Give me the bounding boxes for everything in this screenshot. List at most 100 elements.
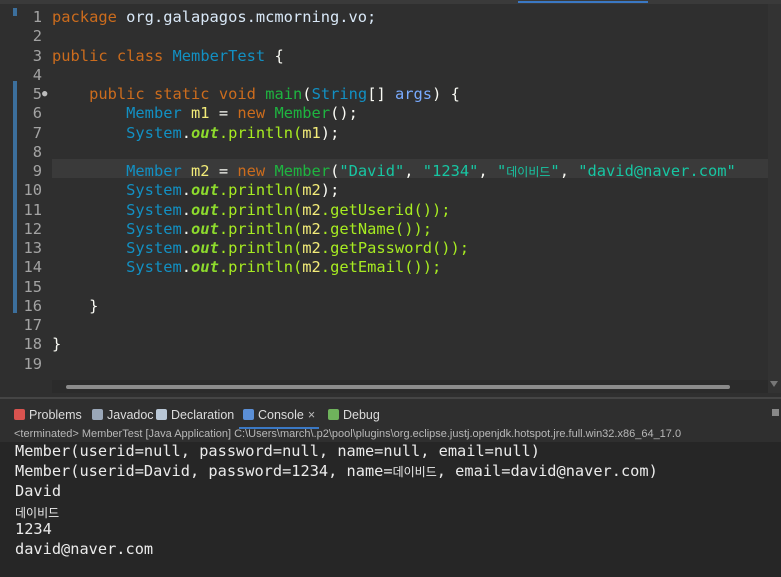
console-status: <terminated> MemberTest [Java Applicatio… (0, 427, 781, 442)
views-tab-bar: Problems Javadoc Declaration Console × Debug (0, 402, 781, 429)
vertical-scrollbar[interactable] (768, 4, 781, 393)
code-text: Member m1 = new Member(); (52, 104, 358, 123)
code-token: 데이비드 (506, 165, 551, 179)
horizontal-scrollbar[interactable] (52, 380, 768, 393)
code-token: ); (320, 123, 340, 142)
code-line[interactable]: 12 System.out.println(m2.getName()); (0, 220, 768, 239)
console-text: Member(userid=null, password=null, name=… (15, 442, 540, 460)
code-text: public class MemberTest { (52, 47, 284, 66)
scroll-down-arrow-icon[interactable] (770, 381, 778, 387)
code-line[interactable]: 1 package org.galapagos.mcmorning.vo; (0, 8, 768, 27)
code-token: [] (367, 85, 395, 103)
code-line[interactable]: 19 (0, 355, 768, 374)
minimize-icon[interactable] (772, 409, 779, 416)
code-token: . (181, 239, 192, 257)
console-output[interactable]: Member(userid=null, password=null, name=… (0, 442, 781, 577)
console-text: 1234 (15, 520, 52, 538)
code-text: System.out.println(m1); (52, 124, 339, 143)
tab-console[interactable]: Console × (238, 407, 320, 429)
code-line[interactable]: 11 System.out.println(m2.getUserid()); (0, 201, 768, 220)
panel-divider[interactable] (0, 397, 781, 399)
code-line[interactable]: 9 Member m2 = new Member("David", "1234"… (0, 162, 768, 181)
console-icon (243, 409, 254, 420)
declaration-icon (156, 409, 167, 420)
code-line[interactable]: 15 (0, 278, 768, 297)
tab-javadoc[interactable]: Javadoc (92, 407, 154, 423)
code-token: m2 (302, 200, 321, 219)
code-token: String (311, 85, 368, 103)
code-token: ( (330, 162, 340, 180)
code-line[interactable]: 17 (0, 316, 768, 335)
code-line[interactable]: 8 (0, 143, 768, 162)
code-line[interactable]: 10 System.out.println(m2); (0, 181, 768, 200)
tab-declaration[interactable]: Declaration (156, 407, 234, 423)
code-line[interactable]: 7 System.out.println(m1); (0, 124, 768, 143)
code-token: "David" (339, 162, 405, 180)
code-line[interactable]: 16 } (0, 297, 768, 316)
console-line: David (15, 482, 61, 500)
code-line[interactable]: 5 ● public static void main(String[] args… (0, 85, 768, 104)
line-number: 12 (23, 219, 42, 238)
code-token: . (181, 258, 192, 277)
console-text: David (15, 482, 62, 500)
console-text: 데이비드 (392, 465, 437, 479)
tab-debug[interactable]: Debug (328, 407, 380, 423)
code-token: package (52, 8, 117, 26)
code-token: m2 (302, 258, 321, 277)
tab-label: Problems (29, 408, 82, 422)
line-number: 19 (23, 354, 42, 373)
code-token: } (52, 335, 62, 354)
tab-problems[interactable]: Problems (14, 407, 82, 423)
code-token: .println( (218, 258, 303, 277)
problems-icon (14, 409, 25, 420)
code-token: "1234" (422, 162, 479, 180)
code-token: void (218, 85, 256, 103)
code-token: public (52, 46, 108, 65)
active-tab-indicator (518, 1, 648, 3)
code-token: org.galapagos.mcmorning.vo; (116, 8, 377, 26)
code-line[interactable]: 3 public class MemberTest { (0, 47, 768, 66)
code-line[interactable]: 4 (0, 66, 768, 85)
code-text: } (52, 335, 61, 354)
code-token: args (395, 85, 433, 103)
code-lines[interactable]: 1 package org.galapagos.mcmorning.vo; 2 3 pu… (0, 8, 768, 374)
line-number: 11 (23, 200, 42, 219)
code-token: ); (320, 181, 340, 200)
line-number: 16 (23, 296, 42, 315)
code-text: Member m2 = new Member("David", "1234", … (52, 162, 736, 182)
code-token: out (191, 123, 219, 142)
code-text: public static void main(String[] args) { (52, 85, 460, 104)
code-line[interactable]: 2 (0, 27, 768, 46)
code-line[interactable]: 6 Member m1 = new Member(); (0, 104, 768, 123)
code-token: . (181, 200, 192, 219)
code-token: "david@naver.com" (578, 162, 736, 180)
code-token: } (52, 296, 99, 315)
console-status-text: <terminated> MemberTest [Java Applicatio… (14, 428, 682, 440)
code-token: m1 (191, 104, 210, 123)
code-line[interactable]: 13 System.out.println(m2.getPassword()); (0, 239, 768, 258)
code-token: .println( (218, 200, 303, 219)
line-number: 5 (32, 85, 42, 103)
code-token: System (126, 239, 182, 257)
close-icon[interactable]: × (308, 408, 315, 422)
scroll-thumb[interactable] (66, 385, 730, 389)
line-number: 14 (23, 258, 42, 277)
code-token: Member (274, 104, 331, 123)
code-editor[interactable]: 1 package org.galapagos.mcmorning.vo; 2 3 pu… (0, 4, 781, 397)
code-line[interactable]: 14 System.out.println(m2.getEmail()); (0, 258, 768, 277)
code-line[interactable]: 18} (0, 335, 768, 354)
console-line: Member(userid=null, password=null, name=… (15, 442, 540, 460)
code-token: .println( (218, 123, 303, 142)
code-token: m2 (191, 162, 210, 180)
code-token: " (496, 162, 507, 180)
console-line: david@naver.com (15, 540, 153, 558)
line-number: 18 (23, 335, 42, 354)
